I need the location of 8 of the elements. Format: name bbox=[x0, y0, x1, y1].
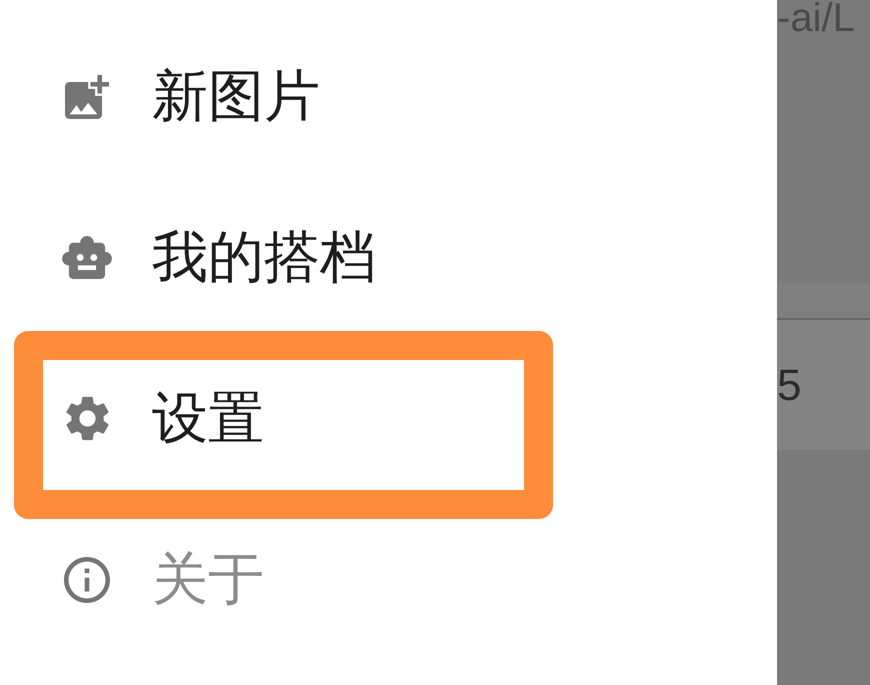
number-text: 5 bbox=[777, 364, 802, 408]
info-icon bbox=[64, 556, 110, 602]
menu-item-label[interactable]: 我的搭档 bbox=[152, 226, 376, 288]
robot-icon bbox=[62, 236, 112, 279]
add-image-icon bbox=[65, 74, 109, 118]
menu-item-label[interactable]: 新图片 bbox=[152, 66, 320, 128]
menu-item-label[interactable]: 设置 bbox=[152, 388, 264, 450]
settings-icon bbox=[64, 396, 110, 441]
